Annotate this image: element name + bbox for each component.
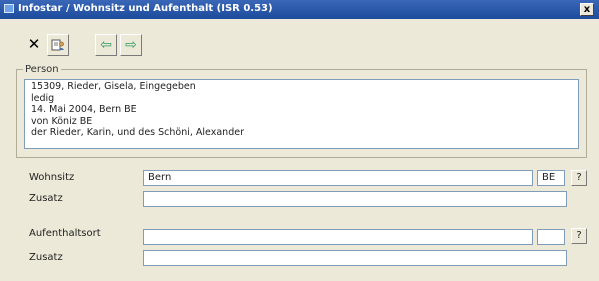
window-close-button[interactable]: x <box>580 3 594 16</box>
title-bar: Infostar / Wohnsitz und Aufenthalt (ISR … <box>0 0 599 19</box>
aufenthaltsort-help-button[interactable]: ? <box>571 228 587 244</box>
zusatz-label-2: Zusatz <box>29 252 63 263</box>
arrow-left-icon: ⇦ <box>100 37 112 53</box>
person-tool-button[interactable] <box>47 34 69 56</box>
previous-button[interactable]: ⇦ <box>95 34 117 56</box>
person-details-box: 15309, Rieder, Gisela, Eingegeben ledig … <box>24 79 579 149</box>
person-line-origin: von Köniz BE <box>31 115 93 127</box>
wohnsitz-help-button[interactable]: ? <box>571 170 587 186</box>
person-document-icon <box>51 39 64 51</box>
person-group: Person 15309, Rieder, Gisela, Eingegeben… <box>16 64 587 158</box>
wohnsitz-input[interactable]: Bern <box>143 170 533 186</box>
app-icon <box>4 4 14 13</box>
window-title: Infostar / Wohnsitz und Aufenthalt (ISR … <box>18 3 273 14</box>
zusatz-input-2[interactable] <box>143 250 567 266</box>
next-button[interactable]: ⇨ <box>120 34 142 56</box>
wohnsitz-label: Wohnsitz <box>29 172 75 183</box>
zusatz-label-1: Zusatz <box>29 193 63 204</box>
person-line-id-name-status: 15309, Rieder, Gisela, Eingegeben <box>31 81 196 92</box>
person-line-birth: 14. Mai 2004, Bern BE <box>31 104 137 115</box>
aufenthaltsort-input[interactable] <box>143 229 533 245</box>
aufenthaltsort-canton-field[interactable] <box>537 229 565 245</box>
zusatz-input-1[interactable] <box>143 191 567 207</box>
close-icon: ✕ <box>27 35 41 53</box>
wohnsitz-canton-field[interactable]: BE <box>537 170 565 186</box>
person-line-parents: der Rieder, Karin, und des Schöni, Alexa… <box>31 127 244 138</box>
person-line-civil-status: ledig <box>31 92 55 104</box>
arrow-right-icon: ⇨ <box>125 37 137 53</box>
close-tool-button[interactable]: ✕ <box>23 34 45 56</box>
aufenthaltsort-label: Aufenthaltsort <box>29 228 101 239</box>
person-legend: Person <box>25 64 59 75</box>
